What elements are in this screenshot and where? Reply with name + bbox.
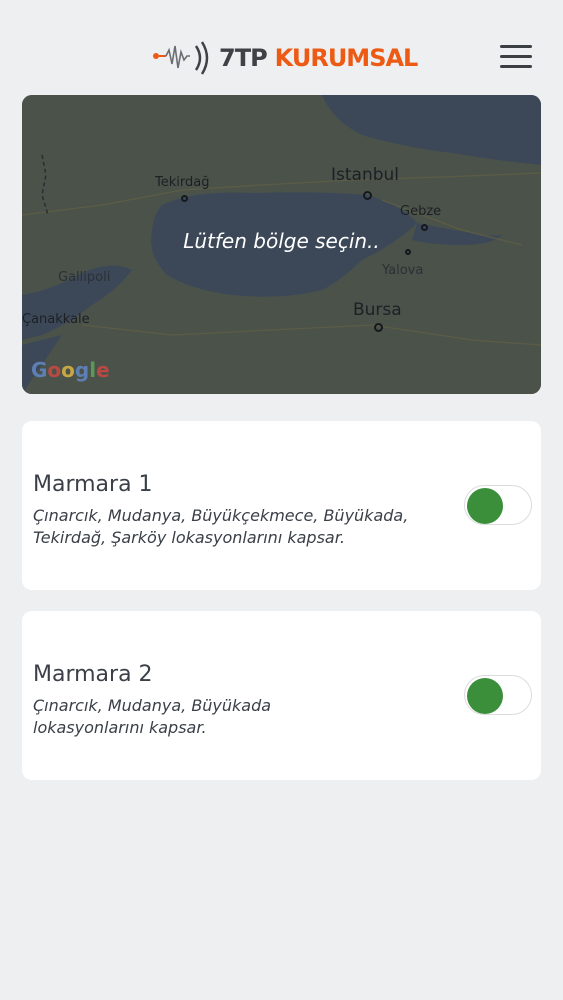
region-description: Çınarcık, Mudanya, Büyükçekmece, Büyükad… <box>33 506 409 547</box>
city-label-tekirdag: Tekirdağ <box>155 175 210 190</box>
waveform-icon <box>153 41 209 75</box>
region-title: Marmara 2 <box>33 662 153 687</box>
region-toggle-marmara-2[interactable] <box>464 675 532 715</box>
city-label-bursa: Bursa <box>353 300 402 320</box>
city-label-istanbul: Istanbul <box>331 165 400 185</box>
toggle-knob <box>467 678 503 714</box>
map-prompt: Lütfen bölge seçin.. <box>183 229 380 253</box>
app-header: 7TP KURUMSAL <box>0 0 563 95</box>
hamburger-menu-icon[interactable] <box>498 43 534 71</box>
city-marker-bursa <box>374 323 383 332</box>
city-label-canakkale: Çanakkale <box>22 312 90 327</box>
region-map[interactable]: Istanbul Tekirdağ Gebze Gallipoli Yalova… <box>22 95 541 394</box>
city-label-yalova: Yalova <box>382 263 424 278</box>
logo-brand: KURUMSAL <box>274 44 419 72</box>
city-marker-istanbul <box>363 191 372 200</box>
logo-number: 7TP <box>219 44 268 72</box>
city-marker-tekirdag <box>181 195 188 202</box>
region-toggle-marmara-1[interactable] <box>464 485 532 525</box>
city-label-gallipoli: Gallipoli <box>58 270 111 285</box>
region-title: Marmara 1 <box>33 472 153 497</box>
city-label-gebze: Gebze <box>400 204 442 219</box>
toggle-knob <box>467 488 503 524</box>
logo: 7TP KURUMSAL <box>152 38 419 78</box>
google-logo: Google <box>31 358 110 382</box>
region-card-marmara-2: Marmara 2 Çınarcık, Mudanya, Büyükada lo… <box>22 611 541 780</box>
region-description: Çınarcık, Mudanya, Büyükada lokasyonları… <box>33 696 272 737</box>
region-card-marmara-1: Marmara 1 Çınarcık, Mudanya, Büyükçekmec… <box>22 421 541 590</box>
